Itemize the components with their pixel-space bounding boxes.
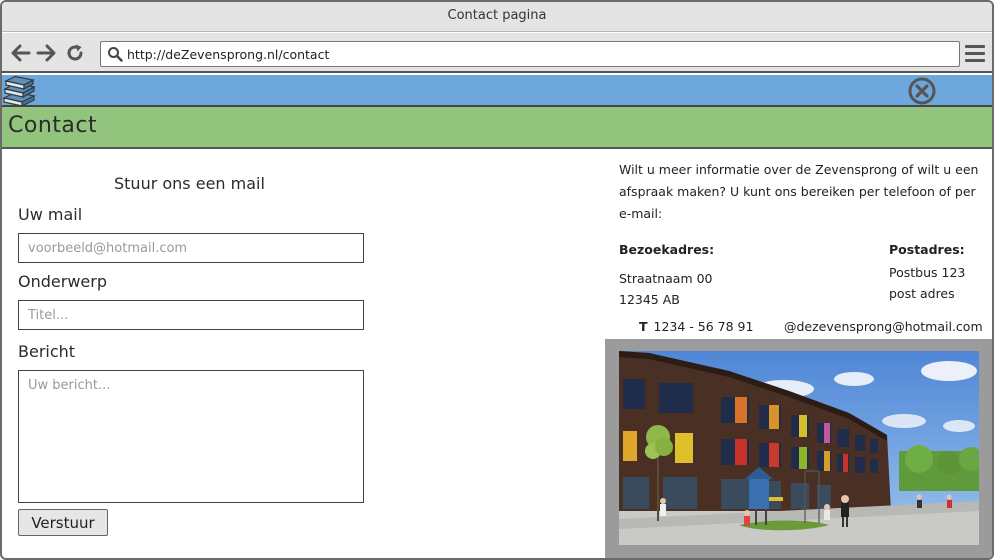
school-building-photo (619, 351, 979, 545)
browser-window: Contact pagina http://deZevensprong.nl/c… (0, 0, 994, 560)
title-bar: Contact (2, 107, 992, 149)
message-field[interactable] (18, 370, 364, 503)
subject-label: Onderwerp (18, 272, 107, 291)
phone-line: T 1234 - 56 78 91 (639, 319, 753, 334)
search-icon (108, 47, 123, 62)
subject-field[interactable] (18, 300, 364, 330)
arrow-right-icon (36, 44, 56, 62)
email-address[interactable]: @dezevensprong@hotmail.com (784, 319, 983, 334)
page-title: Contact (8, 113, 98, 138)
phone-number[interactable]: 1234 - 56 78 91 (654, 319, 754, 334)
intro-text: Wilt u meer informatie over de Zevenspro… (619, 162, 979, 221)
refresh-icon (67, 44, 83, 61)
visit-address-heading: Bezoekadres: (619, 242, 715, 257)
url-input[interactable] (127, 44, 947, 64)
books-stack-icon[interactable] (2, 76, 36, 106)
window-title: Contact pagina (2, 2, 992, 32)
email-field[interactable] (18, 233, 364, 263)
browser-toolbar (2, 33, 992, 73)
site-header (2, 75, 992, 107)
address-bar[interactable] (100, 41, 960, 67)
menu-button[interactable] (965, 45, 985, 63)
postal-address-line2: post adres (889, 286, 955, 301)
close-circle-icon[interactable] (908, 77, 936, 105)
forward-button[interactable] (35, 42, 57, 64)
message-label: Bericht (18, 342, 76, 361)
postal-address-heading: Postadres: (889, 242, 965, 257)
form-heading: Stuur ons een mail (114, 174, 265, 193)
submit-button[interactable]: Verstuur (18, 509, 108, 536)
visit-address-line1: Straatnaam 00 (619, 271, 713, 286)
email-label: Uw mail (18, 205, 83, 224)
hamburger-menu-icon (965, 45, 985, 48)
back-button[interactable] (10, 42, 32, 64)
refresh-button[interactable] (64, 42, 86, 64)
school-photo-frame (605, 339, 992, 558)
postal-address-line1: Postbus 123 (889, 265, 966, 280)
phone-prefix: T (639, 319, 648, 334)
arrow-left-icon (11, 44, 31, 62)
visit-address-line2: 12345 AB (619, 292, 680, 307)
